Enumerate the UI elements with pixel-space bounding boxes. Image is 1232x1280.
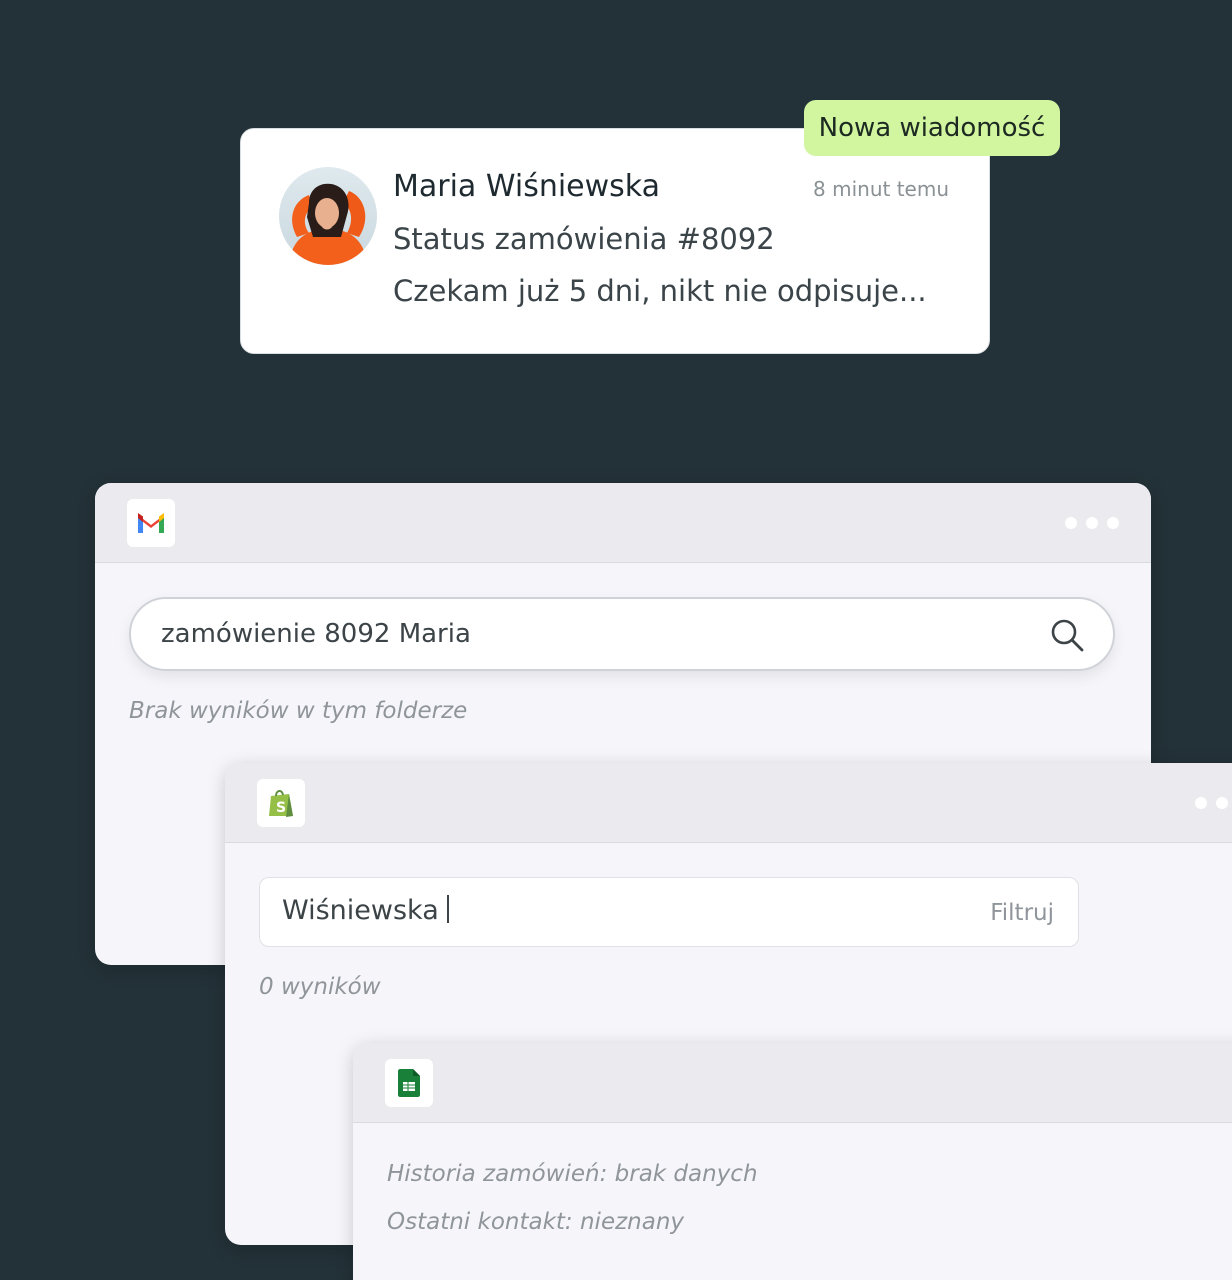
- stage: Nowa wiadomość Maria Wiśniewska 8 minut …: [0, 0, 1232, 1280]
- dot-icon: [1216, 797, 1228, 809]
- sender-name: Maria Wiśniewska: [393, 169, 661, 204]
- order-history-status: Historia zamówień: brak danych: [387, 1161, 758, 1187]
- last-contact-status: Ostatni kontakt: nieznany: [387, 1209, 685, 1235]
- gmail-window-header: [95, 483, 1151, 563]
- avatar: [279, 167, 377, 265]
- svg-text:S: S: [276, 800, 286, 816]
- shopify-customer-filter[interactable]: Wiśniewska Filtruj: [259, 877, 1079, 947]
- dot-icon: [1107, 517, 1119, 529]
- text-cursor: [446, 895, 449, 923]
- dot-icon: [1086, 517, 1098, 529]
- sheets-window-header: [353, 1043, 1232, 1123]
- message-preview: Czekam już 5 dni, nikt nie odpisuje...: [393, 274, 927, 308]
- gmail-no-results: Brak wyników w tym folderze: [129, 698, 468, 724]
- gmail-more-menu[interactable]: [1065, 517, 1119, 529]
- shopify-more-menu[interactable]: [1195, 797, 1232, 809]
- gmail-icon[interactable]: [127, 499, 175, 547]
- dot-icon: [1195, 797, 1207, 809]
- dot-icon: [1065, 517, 1077, 529]
- avatar-portrait-icon: [279, 167, 377, 265]
- gmail-search-value: zamówienie 8092 Maria: [161, 619, 471, 649]
- shopify-results-count: 0 wyników: [259, 974, 381, 1000]
- new-message-badge: Nowa wiadomość: [804, 100, 1060, 156]
- shopify-window-header: S: [225, 763, 1232, 843]
- gmail-search-input[interactable]: zamówienie 8092 Maria: [129, 597, 1115, 671]
- message-time: 8 minut temu: [813, 177, 949, 201]
- sheets-window: Historia zamówień: brak danych Ostatni k…: [353, 1043, 1232, 1280]
- shopify-icon[interactable]: S: [257, 779, 305, 827]
- filter-button[interactable]: Filtruj: [990, 900, 1054, 926]
- message-subject: Status zamówienia #8092: [393, 222, 775, 256]
- filter-input-value: Wiśniewska: [282, 895, 449, 926]
- message-notification[interactable]: Maria Wiśniewska 8 minut temu Status zam…: [240, 128, 990, 354]
- search-icon[interactable]: [1049, 617, 1085, 653]
- google-sheets-icon[interactable]: [385, 1059, 433, 1107]
